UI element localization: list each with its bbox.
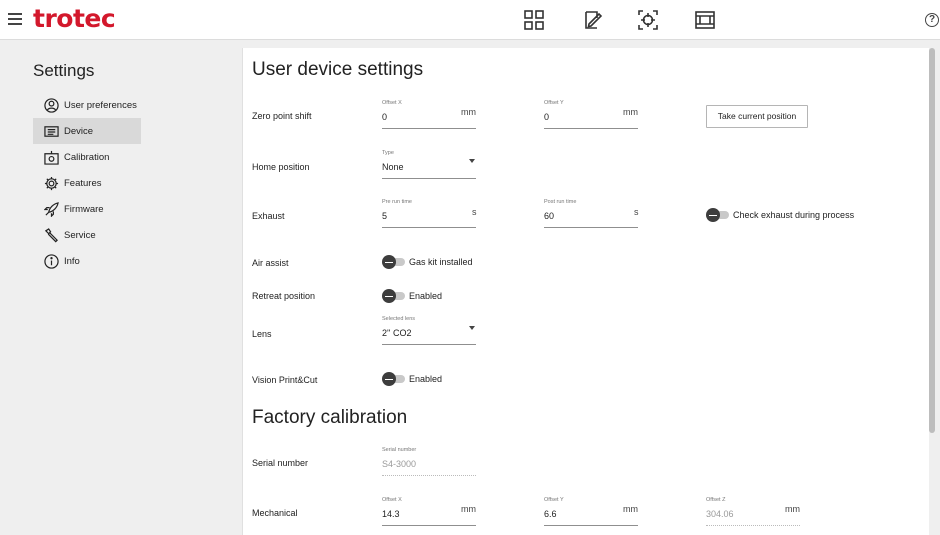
mechanical-offset-y-unit: mm — [623, 504, 638, 514]
sidebar-item-calibration[interactable]: Calibration — [33, 144, 141, 170]
post-run-time-field[interactable]: Post run time 60 — [544, 199, 638, 228]
chevron-down-icon[interactable] — [469, 326, 475, 330]
zero-offset-y-unit: mm — [623, 107, 638, 117]
retreat-enabled-toggle[interactable]: Enabled — [382, 289, 442, 303]
sidebar-item-label: Firmware — [64, 203, 104, 215]
menu-icon[interactable] — [8, 13, 22, 25]
sidebar-item-label: Device — [64, 125, 94, 137]
vision-enabled-toggle[interactable]: Enabled — [382, 372, 442, 386]
edit-document-icon[interactable] — [582, 9, 604, 31]
mechanical-offset-z-unit: mm — [785, 504, 800, 514]
calibration-icon — [43, 149, 59, 165]
check-exhaust-toggle[interactable]: Check exhaust during process — [706, 208, 854, 222]
sidebar-item-label: Info — [64, 255, 80, 267]
trotec-logo: trotec — [33, 4, 116, 33]
gas-kit-toggle[interactable]: Gas kit installed — [382, 255, 473, 269]
film-frame-icon[interactable] — [694, 9, 716, 31]
lens-label: Lens — [252, 329, 272, 339]
sidebar-item-label: Calibration — [64, 151, 110, 163]
user-circle-icon — [43, 97, 59, 113]
exhaust-label: Exhaust — [252, 211, 285, 221]
home-position-label: Home position — [252, 162, 310, 172]
grid-icon[interactable] — [523, 9, 545, 31]
pre-run-time-field[interactable]: Pre run time 5 — [382, 199, 476, 228]
top-bar: trotec ? — [0, 0, 940, 40]
sidebar-item-service[interactable]: Service — [33, 222, 141, 248]
zero-offset-x-unit: mm — [461, 107, 476, 117]
help-icon[interactable]: ? — [925, 13, 939, 27]
air-assist-label: Air assist — [252, 258, 289, 268]
sidebar-nav: User preferences Device Calibration Feat… — [33, 92, 141, 274]
sidebar-item-firmware[interactable]: Firmware — [33, 196, 141, 222]
factory-calibration-title: Factory calibration — [252, 407, 408, 428]
sidebar-item-label: Features — [64, 177, 102, 189]
sidebar-item-user-preferences[interactable]: User preferences — [33, 92, 141, 118]
mechanical-offset-x-unit: mm — [461, 504, 476, 514]
sidebar-item-features[interactable]: Features — [33, 170, 141, 196]
serial-number-field: Serial number S4-3000 — [382, 447, 476, 476]
selected-lens-select[interactable]: Selected lens 2'' CO2 — [382, 316, 476, 345]
sidebar-item-info[interactable]: Info — [33, 248, 141, 274]
pre-run-time-unit: s — [472, 207, 477, 217]
device-icon — [43, 123, 59, 139]
rocket-icon — [43, 201, 59, 217]
take-current-position-button[interactable]: Take current position — [706, 105, 808, 128]
serial-number-label: Serial number — [252, 458, 309, 468]
zero-point-shift-label: Zero point shift — [252, 111, 312, 121]
chevron-down-icon[interactable] — [469, 159, 475, 163]
vision-print-cut-label: Vision Print&Cut — [252, 375, 318, 385]
gear-icon — [43, 175, 59, 191]
sidebar-item-label: User preferences — [64, 99, 137, 111]
post-run-time-unit: s — [634, 207, 639, 217]
user-device-settings-title: User device settings — [252, 59, 424, 80]
crosshair-icon[interactable] — [637, 9, 659, 31]
info-icon — [43, 253, 59, 269]
retreat-position-label: Retreat position — [252, 291, 316, 301]
wrench-icon — [43, 227, 59, 243]
scrollbar[interactable] — [929, 48, 935, 433]
sidebar-item-label: Service — [64, 229, 96, 241]
sidebar-item-device[interactable]: Device — [33, 118, 141, 144]
sidebar-title: Settings — [33, 61, 95, 80]
home-position-type-select[interactable]: Type None — [382, 150, 476, 179]
mechanical-label: Mechanical — [252, 508, 298, 518]
